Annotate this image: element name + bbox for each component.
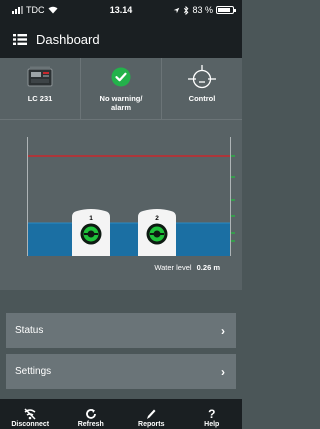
water-fill <box>28 223 230 256</box>
control-cell[interactable]: Control <box>161 58 242 119</box>
nav-refresh-label: Refresh <box>77 421 104 428</box>
nav-refresh[interactable]: Refresh <box>61 399 122 429</box>
battery-icon <box>216 6 236 14</box>
alarm-label-line2: alarm <box>110 103 131 112</box>
controller-device-icon <box>27 66 53 87</box>
water-level-label: Water level <box>154 263 192 272</box>
battery-label: 83 % <box>192 5 213 15</box>
settings-button[interactable]: Settings › <box>6 354 236 389</box>
location-icon <box>174 7 180 13</box>
bottom-nav: Disconnect Refresh Reports ? Help <box>0 399 242 429</box>
nav-disconnect[interactable]: Disconnect <box>0 399 61 429</box>
alarm-label-line1: No warning/ <box>99 94 143 103</box>
status-button[interactable]: Status › <box>6 313 236 348</box>
nav-reports[interactable]: Reports <box>121 399 182 429</box>
signal-icon <box>12 6 23 14</box>
checkmark-icon <box>111 67 131 87</box>
carrier-label: TDC <box>26 5 45 15</box>
app-header: Dashboard <box>0 20 242 58</box>
status-left: TDC <box>12 5 58 15</box>
pump-2-number: 2 <box>155 215 159 222</box>
status-button-label: Status <box>15 325 44 336</box>
disconnect-icon <box>24 408 36 420</box>
bluetooth-icon <box>184 5 189 15</box>
wifi-icon <box>48 6 57 14</box>
chevron-right-icon: › <box>221 364 225 379</box>
status-bar: TDC 13.14 83 % <box>0 0 242 20</box>
nav-reports-label: Reports <box>138 421 165 428</box>
nav-help-label: Help <box>204 421 220 428</box>
alarm-cell[interactable]: No warning/ alarm <box>80 58 161 119</box>
settings-button-label: Settings <box>15 366 52 377</box>
pump-1-number: 1 <box>89 215 93 222</box>
controller-cell[interactable]: LC 231 <box>0 58 80 119</box>
pencil-icon <box>147 409 156 419</box>
nav-help[interactable]: ? Help <box>182 399 243 429</box>
water-level-value: 0.26 m <box>196 263 220 272</box>
help-icon: ? <box>208 407 216 421</box>
alarm-label: No warning/ alarm <box>100 94 143 112</box>
nav-disconnect-label: Disconnect <box>11 421 50 428</box>
status-right: 83 % <box>173 5 236 15</box>
hamburger-menu-icon[interactable] <box>13 33 27 45</box>
float-switch-icon <box>188 65 216 89</box>
info-row: LC 231 No warning/ alarm Control <box>0 58 242 120</box>
tank-visual: 1 2 Water level 0.26 m <box>0 120 242 290</box>
control-label: Control <box>188 94 216 103</box>
controller-label: LC 231 <box>27 94 53 103</box>
refresh-icon <box>85 409 96 419</box>
water-level-readout: Water level 0.26 m <box>0 263 220 272</box>
page-title: Dashboard <box>36 31 100 47</box>
chevron-right-icon: › <box>221 323 225 338</box>
